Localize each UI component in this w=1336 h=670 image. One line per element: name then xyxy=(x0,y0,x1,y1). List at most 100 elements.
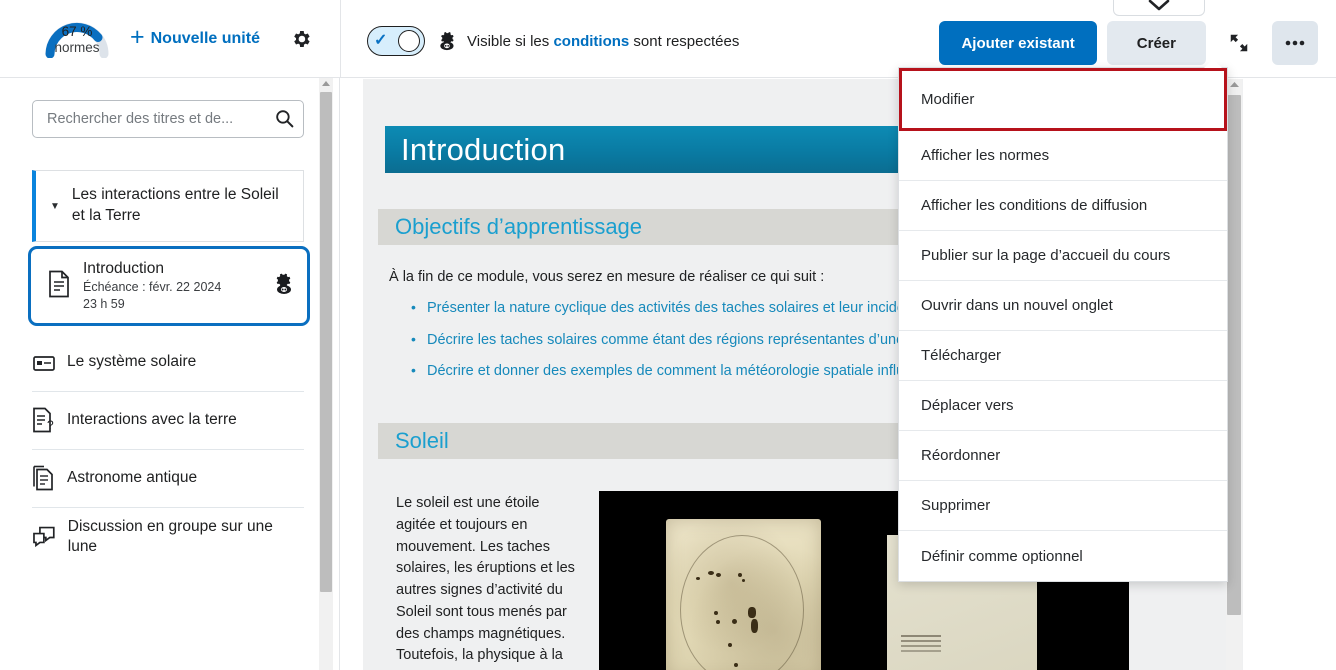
menu-item-afficher-normes[interactable]: Afficher les normes xyxy=(899,131,1227,181)
sidebar-item-label: Interactions avec la terre xyxy=(67,411,237,429)
quiz-document-icon: ? xyxy=(33,407,54,433)
sidebar-item-discussion-groupe[interactable]: Discussion en groupe sur une lune xyxy=(32,508,304,566)
list-item: Décrire et donner des exemples de commen… xyxy=(411,363,940,379)
collapse-panel-button[interactable] xyxy=(1113,0,1205,16)
media-card-icon xyxy=(33,355,55,371)
ellipsis-icon xyxy=(1285,40,1305,46)
list-item: Décrire les taches solaires comme étant … xyxy=(411,332,940,348)
top-bar-left: 67 % normes + Nouvelle unité xyxy=(0,0,340,78)
sunspot xyxy=(734,663,738,667)
svg-text:?: ? xyxy=(47,418,54,432)
sidebar-item-conditions-badge[interactable] xyxy=(271,272,295,301)
menu-item-publier-accueil[interactable]: Publier sur la page d’accueil du cours xyxy=(899,231,1227,281)
conditions-eye-icon xyxy=(276,273,291,294)
menu-item-ouvrir-nouvel-onglet[interactable]: Ouvrir dans un nouvel onglet xyxy=(899,281,1227,331)
sidebar-item-due-line1: Échéance : févr. 22 2024 xyxy=(83,280,222,295)
create-button[interactable]: Créer xyxy=(1106,21,1206,65)
expand-arrows-icon xyxy=(1230,34,1248,52)
sidebar-unit-header[interactable]: ▼ Les interactions entre le Soleil et la… xyxy=(32,170,304,242)
sidebar-item-interactions-terre[interactable]: ? Interactions avec la terre xyxy=(32,392,304,450)
manuscript-circle xyxy=(680,535,804,670)
visibility-suffix: sont respectées xyxy=(629,32,740,50)
visibility-toggle-row: ✓ Visible si les conditions sont respect… xyxy=(367,26,739,56)
search-wrapper xyxy=(32,100,307,138)
sidebar: ▼ Les interactions entre le Soleil et la… xyxy=(0,78,340,670)
conditions-link[interactable]: conditions xyxy=(553,33,629,50)
context-menu: Modifier Afficher les normes Afficher le… xyxy=(898,59,1228,582)
action-button-group: Ajouter existant Créer xyxy=(939,21,1318,65)
menu-item-definir-optionnel[interactable]: Définir comme optionnel xyxy=(899,531,1227,581)
search-glyph xyxy=(276,110,294,128)
sidebar-nav-list: Le système solaire ? Interactions avec l… xyxy=(0,334,339,566)
sunspot xyxy=(716,573,721,577)
menu-item-deplacer-vers[interactable]: Déplacer vers xyxy=(899,381,1227,431)
sidebar-item-label: Le système solaire xyxy=(67,353,197,371)
new-unit-label: Nouvelle unité xyxy=(150,29,260,47)
menu-item-afficher-conditions[interactable]: Afficher les conditions de diffusion xyxy=(899,181,1227,231)
document-glyph xyxy=(49,270,69,297)
add-existing-button[interactable]: Ajouter existant xyxy=(939,21,1097,65)
visibility-condition-text: Visible si les conditions sont respectée… xyxy=(467,33,739,50)
visibility-toggle[interactable]: ✓ xyxy=(367,26,425,56)
new-unit-button[interactable]: + Nouvelle unité xyxy=(130,23,260,51)
sidebar-item-systeme-solaire[interactable]: Le système solaire xyxy=(32,334,304,392)
toggle-knob xyxy=(398,30,420,52)
sunspot xyxy=(732,619,737,624)
menu-item-telecharger[interactable]: Télécharger xyxy=(899,331,1227,381)
settings-button[interactable] xyxy=(288,26,314,52)
expand-button[interactable] xyxy=(1216,21,1262,65)
progress-caption: normes xyxy=(54,40,100,56)
sunspot xyxy=(696,577,700,580)
sidebar-item-astronome-antique[interactable]: Astronome antique xyxy=(32,450,304,508)
conditions-eye-icon xyxy=(440,32,454,51)
content-scroll-thumb[interactable] xyxy=(1227,95,1241,615)
discussion-icon xyxy=(33,526,55,548)
toggle-check-icon: ✓ xyxy=(374,32,388,49)
sunspot xyxy=(742,579,745,582)
manuscript-scribble xyxy=(901,635,941,637)
sunspot xyxy=(748,607,756,618)
sunspot xyxy=(738,573,742,577)
search-input[interactable] xyxy=(32,100,304,138)
section-heading: Objectifs d’apprentissage xyxy=(395,214,643,239)
sidebar-item-label: Discussion en groupe sur une lune xyxy=(67,517,273,555)
app-root: 67 % normes + Nouvelle unité ✓ Visible s… xyxy=(0,0,1336,670)
sidebar-scroll-thumb[interactable] xyxy=(320,92,332,592)
page-title: Introduction xyxy=(401,131,566,167)
gear-icon xyxy=(294,30,310,47)
search-icon[interactable] xyxy=(274,108,295,134)
manuscript-page-front xyxy=(666,519,821,670)
list-item: Présenter la nature cyclique des activit… xyxy=(411,300,940,316)
soleil-paragraph: Le soleil est une étoile agitée et toujo… xyxy=(396,495,575,664)
scroll-up-arrow-icon[interactable] xyxy=(321,80,331,87)
scroll-up-arrow-icon[interactable] xyxy=(1229,81,1240,88)
more-options-button[interactable] xyxy=(1272,21,1318,65)
sunspot xyxy=(751,619,758,633)
sunspot xyxy=(728,643,732,647)
content-scrollbar[interactable] xyxy=(1226,79,1242,670)
copy-document-icon xyxy=(33,465,53,491)
objectives-list: Présenter la nature cyclique des activit… xyxy=(411,300,940,396)
chevron-down-icon xyxy=(1148,0,1170,11)
sidebar-scrollbar[interactable] xyxy=(319,78,333,670)
standards-progress-donut: 67 % normes xyxy=(40,8,114,70)
menu-item-reordonner[interactable]: Réordonner xyxy=(899,431,1227,481)
menu-item-supprimer[interactable]: Supprimer xyxy=(899,481,1227,531)
sunspot xyxy=(708,571,714,575)
document-icon xyxy=(47,270,71,303)
sunspot xyxy=(716,620,720,624)
sidebar-item-text: Introduction Échéance : févr. 22 2024 23… xyxy=(83,259,271,313)
sidebar-unit-title: Les interactions entre le Soleil et la T… xyxy=(71,186,279,224)
donut-label-group: 67 % normes xyxy=(40,24,114,58)
menu-caret xyxy=(1204,59,1222,68)
sidebar-item-label: Astronome antique xyxy=(67,469,198,487)
sidebar-item-title: Introduction xyxy=(83,260,164,278)
menu-item-modifier[interactable]: Modifier xyxy=(899,68,1227,131)
sunspot xyxy=(714,611,718,615)
chevron-down-icon[interactable]: ▼ xyxy=(50,201,60,212)
progress-percent: 67 % xyxy=(61,23,93,39)
objectives-intro-text: À la fin de ce module, vous serez en mes… xyxy=(389,269,825,285)
plus-icon: + xyxy=(130,23,145,51)
section-heading: Soleil xyxy=(395,428,449,453)
sidebar-item-introduction[interactable]: Introduction Échéance : févr. 22 2024 23… xyxy=(28,246,310,326)
